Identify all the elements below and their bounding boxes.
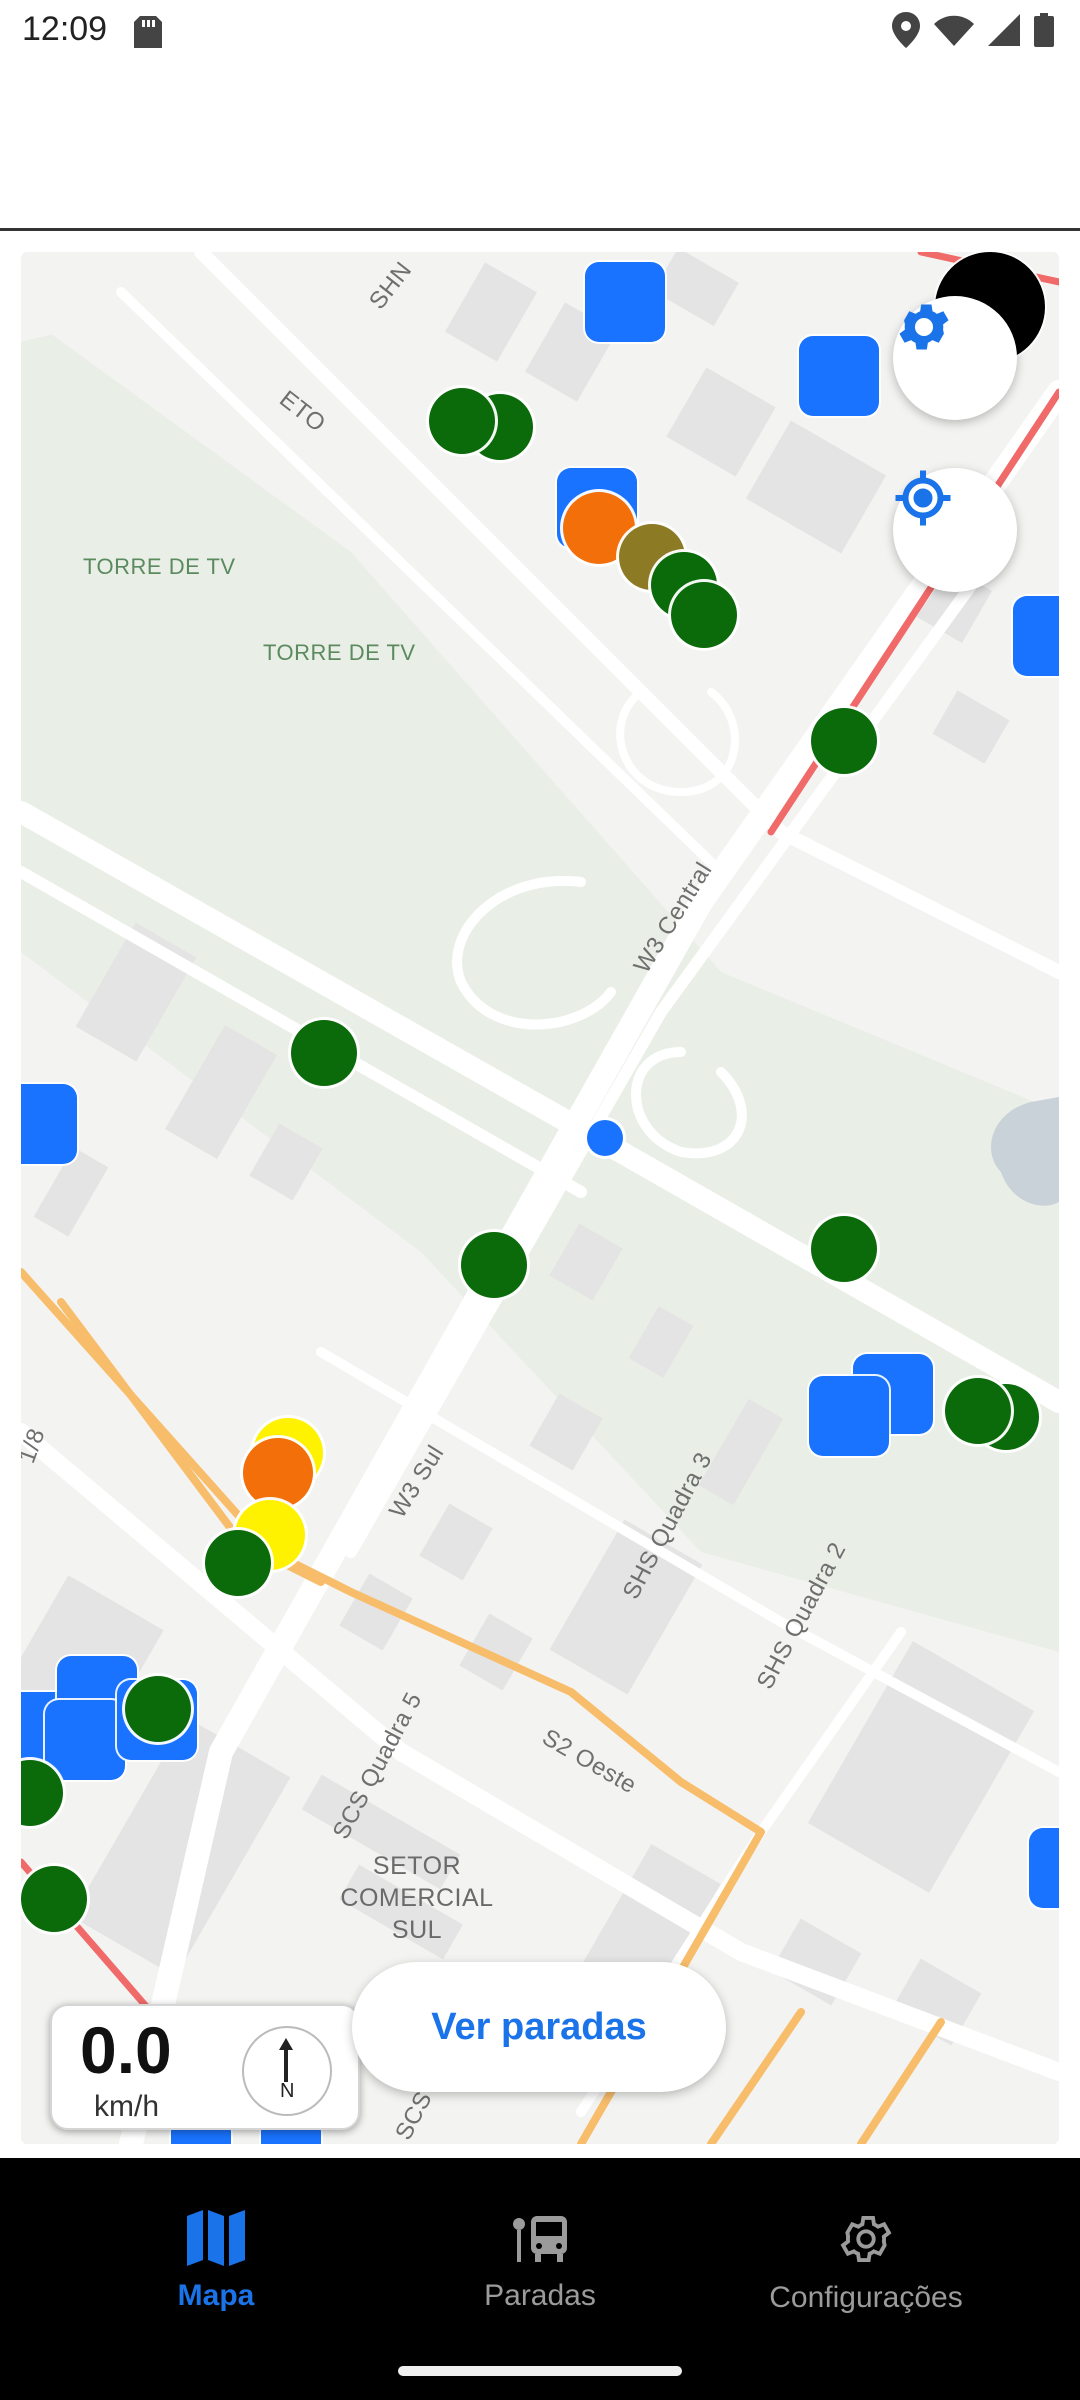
speed-value: 0.0	[80, 2013, 172, 2087]
stop-marker[interactable]	[243, 1438, 313, 1508]
stop-marker[interactable]	[21, 1866, 87, 1932]
nav-label-mapa: Mapa	[177, 2279, 255, 2312]
nav-label-configuracoes: Configurações	[769, 2281, 963, 2314]
settings-button[interactable]	[893, 296, 1017, 420]
nav-label-paradas: Paradas	[484, 2279, 596, 2312]
district-line-2: COMERCIAL	[340, 1884, 494, 1912]
map-icon	[76, 2210, 356, 2271]
bus-marker[interactable]	[1029, 1828, 1059, 1908]
compass-north-label: N	[280, 2080, 295, 2102]
ver-paradas-button[interactable]: Ver paradas	[352, 1962, 726, 2092]
gear-icon	[726, 2210, 1006, 2273]
user-location-dot	[587, 1120, 623, 1156]
battery-icon	[1034, 13, 1054, 52]
status-time: 12:09	[22, 10, 108, 48]
stop-marker[interactable]	[205, 1530, 271, 1596]
speed-panel: 0.0 km/h N	[50, 2004, 360, 2130]
bus-marker[interactable]	[1013, 596, 1059, 676]
wifi-icon	[934, 14, 974, 51]
map-label-torre-tv-1: TORRE DE TV	[83, 554, 236, 579]
bottom-navigation: Mapa Paradas Configurações	[0, 2158, 1080, 2400]
bus-marker[interactable]	[21, 1084, 77, 1164]
locate-me-button[interactable]	[893, 468, 1017, 592]
stop-marker[interactable]	[461, 1232, 527, 1298]
stop-marker[interactable]	[945, 1378, 1011, 1444]
bus-stop-icon	[400, 2210, 680, 2271]
bus-marker[interactable]	[45, 1700, 125, 1780]
home-indicator[interactable]	[398, 2366, 682, 2376]
map-label-torre-tv-2: TORRE DE TV	[263, 640, 416, 665]
map-label-setor-comercial-sul: SETOR COMERCIAL SUL	[317, 1850, 517, 1946]
bus-marker[interactable]	[585, 262, 665, 342]
district-line-3: SUL	[391, 1916, 443, 1944]
stop-marker[interactable]	[291, 1020, 357, 1086]
district-line-1: SETOR	[372, 1852, 462, 1880]
header-divider	[0, 228, 1080, 231]
status-icons	[892, 12, 1054, 53]
nav-tab-paradas[interactable]: Paradas	[400, 2210, 680, 2313]
location-icon	[892, 12, 920, 53]
speed-unit: km/h	[94, 2090, 160, 2123]
stop-marker[interactable]	[671, 582, 737, 648]
stop-marker[interactable]	[429, 388, 495, 454]
nav-tab-mapa[interactable]: Mapa	[76, 2210, 356, 2313]
nav-tab-configuracoes[interactable]: Configurações	[726, 2210, 1006, 2315]
status-bar: 12:09	[0, 0, 1080, 64]
bus-marker[interactable]	[809, 1376, 889, 1456]
compass-button[interactable]: N	[242, 2026, 332, 2116]
map-view[interactable]: SHN ETO TORRE DE TV TORRE DE TV W3 Centr…	[21, 252, 1059, 2144]
sd-card-icon	[134, 16, 162, 53]
signal-icon	[988, 14, 1020, 51]
stop-marker[interactable]	[125, 1676, 191, 1742]
bus-marker[interactable]	[799, 336, 879, 416]
stop-marker[interactable]	[811, 1216, 877, 1282]
stop-marker[interactable]	[811, 708, 877, 774]
